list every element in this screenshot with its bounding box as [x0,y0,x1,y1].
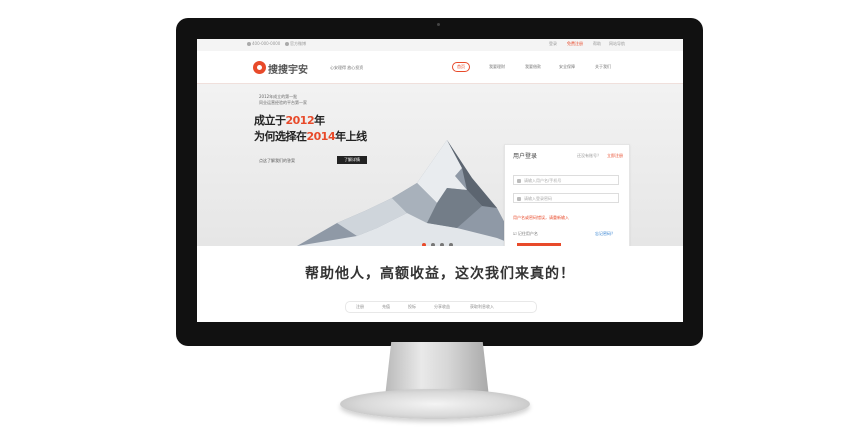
top-login-link[interactable]: 登录 [549,41,557,47]
webcam-dot [437,23,440,26]
register-prompt: 还没有账号？ [577,153,601,158]
step-bid[interactable]: 投标 [408,302,416,312]
site-header: 搜搜宇安 心安理得 放心投资 首页 我要理财 我要借款 安全保障 关于我们 [197,51,683,84]
phone-icon [247,42,251,46]
username-input[interactable]: 请输入用户名/手机号 [513,175,619,185]
top-sitemap-link[interactable]: 网站导航 [609,41,625,47]
forgot-password-link[interactable]: 忘记密码？ [595,231,615,237]
step-share[interactable]: 分享收益 [434,302,450,312]
weibo-icon [285,42,289,46]
step-interest[interactable]: 获取利息收入 [470,302,494,312]
checkbox-icon: ☑ [513,231,517,236]
step-recharge[interactable]: 充值 [382,302,390,312]
hero-caption-2: 同业运营经验的平台第一家 [259,100,307,105]
header-slogan: 心安理得 放心投资 [330,65,364,70]
remember-checkbox[interactable]: ☑ 记住用户名 [513,231,538,237]
nav-security[interactable]: 安全保障 [559,64,575,70]
nav-about[interactable]: 关于我们 [595,64,611,70]
lock-icon [517,197,521,201]
login-button[interactable]: 登录 [517,243,561,246]
register-link[interactable]: 立即注册 [607,153,623,159]
main-slogan: 帮助他人，高额收益，这次我们来真的！ [305,266,575,282]
hero-subtitle: 点这了解我们的答案 [259,158,295,163]
hero-banner: 2012年成立的第一批 同业运营经验的平台第一家 成立于2012年 为何选择在2… [197,84,683,246]
login-title: 用户登录 [513,153,538,160]
carousel-dot[interactable] [440,243,444,246]
step-register[interactable]: 注册 [356,302,364,312]
nav-borrow[interactable]: 我要借款 [525,64,541,70]
top-register-link[interactable]: 免费注册 [567,41,583,47]
phone-link[interactable]: 400-000-0000 [247,41,280,46]
logo-icon[interactable] [253,61,266,74]
monitor-base [340,389,530,419]
top-help-link[interactable]: 帮助 [593,41,601,47]
process-steps-bar: 注册 充值 投标 分享收益 获取利息收入 [345,301,537,313]
login-panel: 用户登录 还没有账号？ 立即注册 请输入用户名/手机号 请输入登录密码 用户名或… [504,144,630,246]
carousel-indicators [422,232,458,246]
nav-invest[interactable]: 我要理财 [489,64,505,70]
password-input[interactable]: 请输入登录密码 [513,193,619,203]
carousel-dot[interactable] [431,243,435,246]
carousel-dot[interactable] [422,243,426,246]
user-icon [517,179,521,183]
screen: 400-000-0000 官方微博 登录 免费注册 帮助 网站导航 搜搜宇安 心… [197,39,683,322]
mountain-illustration [297,140,517,246]
logo-text[interactable]: 搜搜宇安 [268,61,308,76]
carousel-dot[interactable] [449,243,453,246]
nav-home[interactable]: 首页 [452,62,470,72]
hero-title-line1: 成立于2012年 [254,114,325,127]
weibo-link[interactable]: 官方微博 [285,41,306,47]
login-error-message: 用户名或密码错误，请重新输入 [513,215,569,220]
